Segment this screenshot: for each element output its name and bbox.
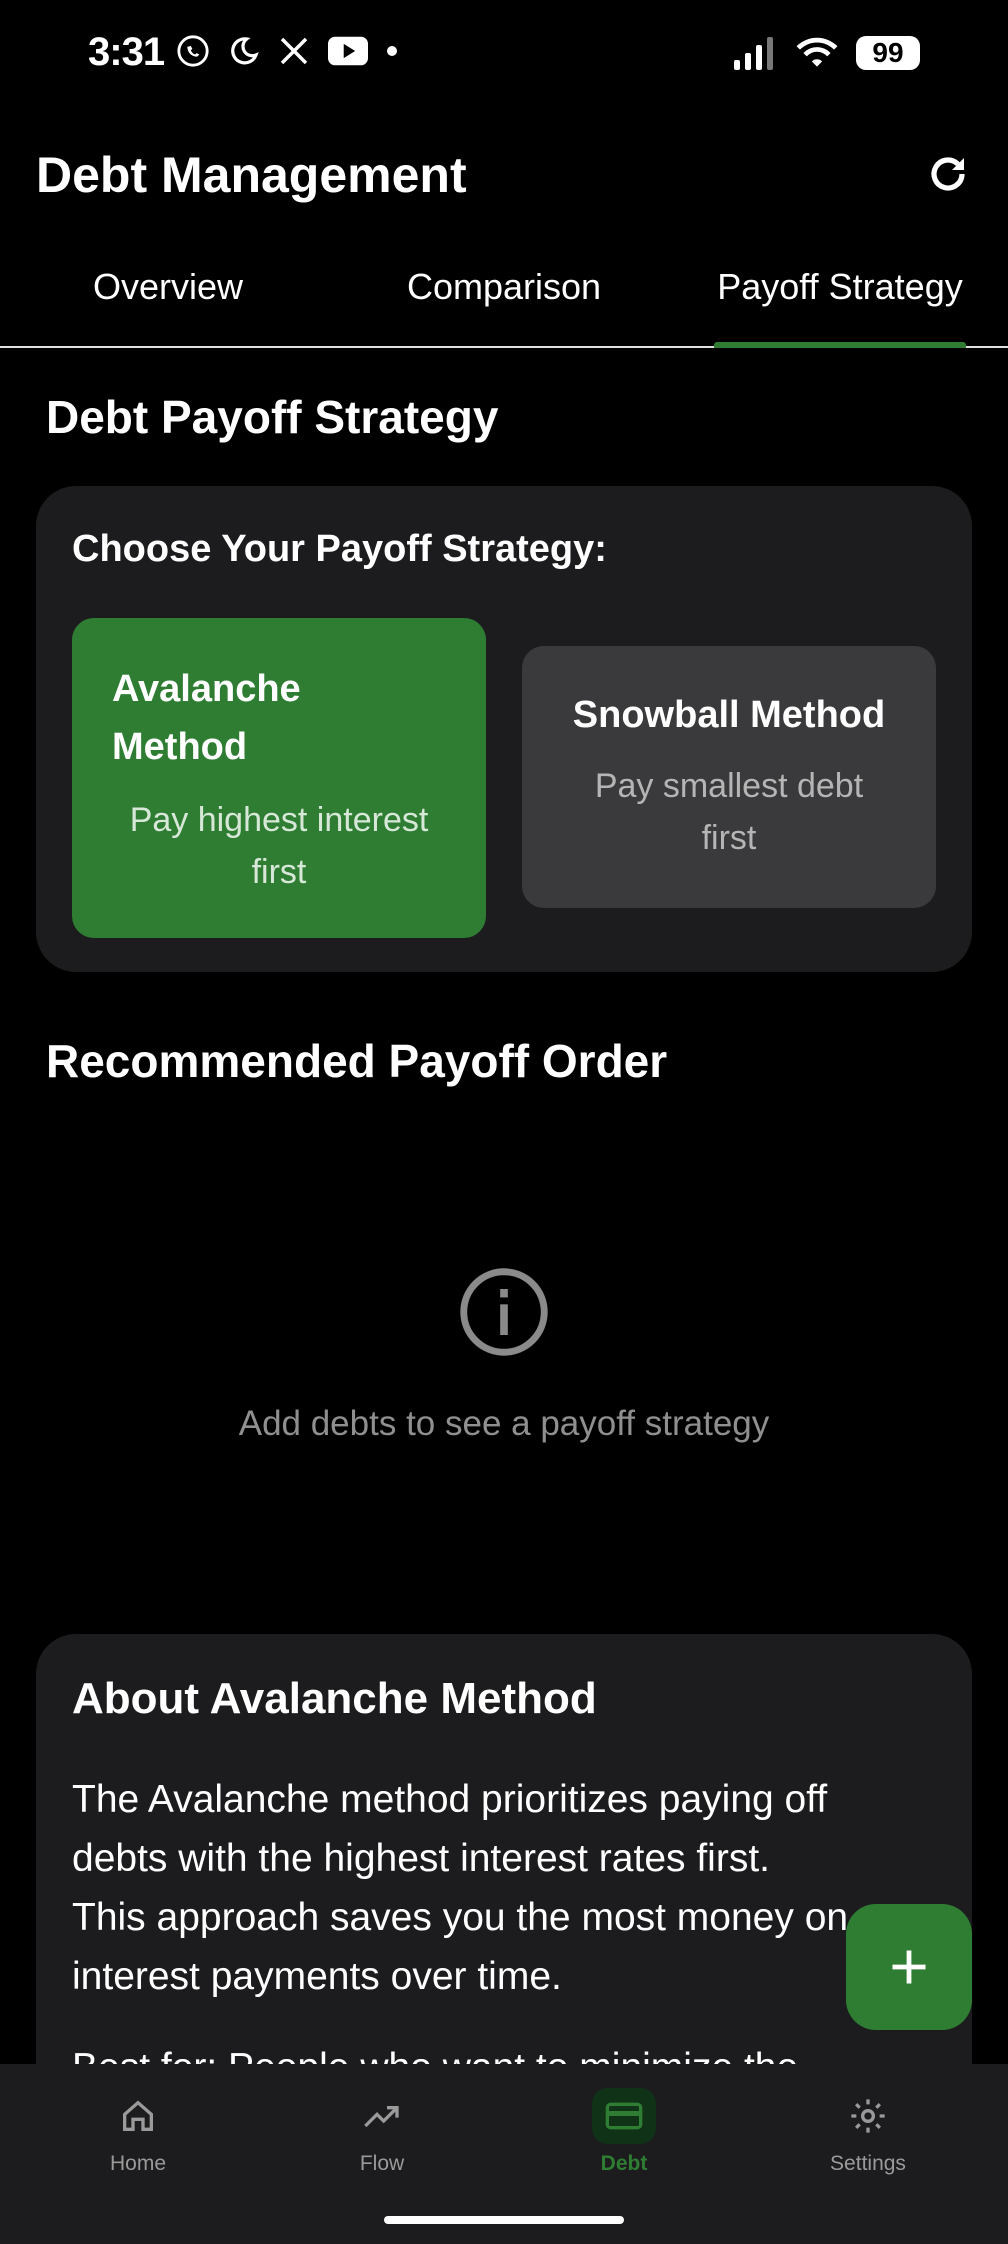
dot-icon [387,46,397,56]
section-title-strategy: Debt Payoff Strategy [46,391,499,443]
snowball-title: Snowball Method [572,694,886,736]
about-title: About Avalanche Method [72,1674,597,1723]
whatsapp-icon [177,35,209,67]
signal-icon [734,37,773,70]
avalanche-method-option[interactable]: Avalanche Method Pay highest interest fi… [72,618,486,938]
about-line: interest payments over time. [72,1955,562,1998]
snowball-desc-line2: first [701,819,757,857]
snowball-desc-line1: Pay smallest debt [594,767,864,805]
tab-comparison[interactable]: Comparison [336,266,672,308]
nav-debt-label: Debt [600,2152,648,2175]
about-line: This approach saves you the most money o… [72,1896,849,1939]
battery-icon: 99 [856,36,920,70]
youtube-icon [328,36,368,66]
section-title-payoff-order: Recommended Payoff Order [46,1035,668,1087]
credit-card-icon [605,2102,643,2130]
add-debt-button[interactable] [846,1904,972,2030]
moon-icon [231,37,259,65]
empty-state-message: Add debts to see a payoff strategy [238,1404,770,1443]
gear-icon [851,2099,885,2133]
about-paragraph: The Avalanche method prioritizes paying … [72,1770,932,2097]
avalanche-title-line2: Method [112,726,248,768]
nav-home[interactable]: Home [12,2088,264,2176]
tab-overview[interactable]: Overview [0,266,336,308]
tab-payoff-strategy[interactable]: Payoff Strategy [672,266,1008,308]
nav-settings[interactable]: Settings [742,2088,994,2176]
avalanche-title-line1: Avalanche [112,668,301,710]
status-time: 3:31 [88,30,165,74]
app-bar: Debt Management [0,130,1008,220]
home-icon [123,2100,153,2131]
avalanche-desc-line1: Pay highest interest [129,801,429,839]
nav-settings-label: Settings [830,2152,906,2175]
status-bar: 3:31 99 [0,0,1008,115]
active-tab-indicator [714,342,966,348]
info-icon [460,1268,548,1356]
page-title: Debt Management [36,147,467,203]
refresh-icon[interactable] [924,150,972,198]
system-icons: 99 [732,36,920,70]
tab-bar: Overview Comparison Payoff Strategy [0,250,1008,348]
wifi-icon [796,37,838,67]
about-line: debts with the highest interest rates fi… [72,1837,771,1880]
nav-flow-label: Flow [359,2152,405,2175]
choose-strategy-heading: Choose Your Payoff Strategy: [72,528,607,570]
home-indicator[interactable] [384,2216,624,2224]
notification-icons [176,34,398,68]
nav-flow[interactable]: Flow [256,2088,508,2176]
about-line: The Avalanche method prioritizes paying … [72,1778,828,1821]
trending-up-icon [364,2106,399,2128]
x-logo-icon [280,37,308,65]
nav-debt[interactable]: Debt [498,2088,750,2176]
snowball-method-option[interactable]: Snowball Method Pay smallest debt first [522,646,936,908]
strategy-card: Choose Your Payoff Strategy: Avalanche M… [36,486,972,972]
avalanche-desc-line2: first [251,853,307,891]
nav-home-label: Home [109,2152,167,2175]
plus-icon [892,1950,926,1984]
